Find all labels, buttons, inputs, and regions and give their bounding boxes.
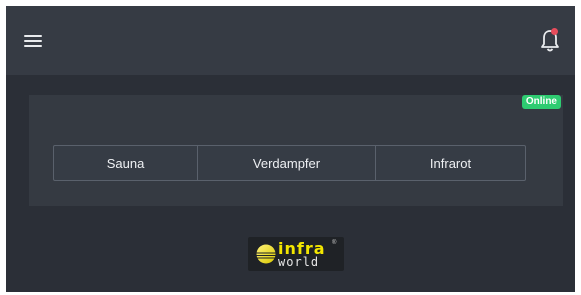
mode-selector: Sauna Verdampfer Infrarot [53, 145, 526, 181]
status-badge: Online [521, 95, 561, 109]
notifications-button[interactable] [539, 28, 561, 54]
menu-line [24, 45, 42, 47]
logo-registered-mark: ® [332, 240, 337, 246]
control-panel: Online Sauna Verdampfer Infrarot [29, 95, 563, 206]
notification-dot [551, 28, 558, 35]
mode-button-infrarot[interactable]: Infrarot [376, 146, 525, 180]
hamburger-menu-icon[interactable] [24, 35, 44, 51]
infraworld-logo: infra world ® [248, 237, 344, 271]
logo-text-world: world [278, 255, 320, 269]
menu-line [24, 35, 42, 37]
logo-sun-icon [256, 244, 276, 264]
top-bar [6, 6, 575, 75]
mode-button-verdampfer[interactable]: Verdampfer [198, 146, 376, 180]
app-frame: Online Sauna Verdampfer Infrarot infra w… [6, 6, 575, 292]
menu-line [24, 40, 42, 42]
mode-button-sauna[interactable]: Sauna [54, 146, 198, 180]
